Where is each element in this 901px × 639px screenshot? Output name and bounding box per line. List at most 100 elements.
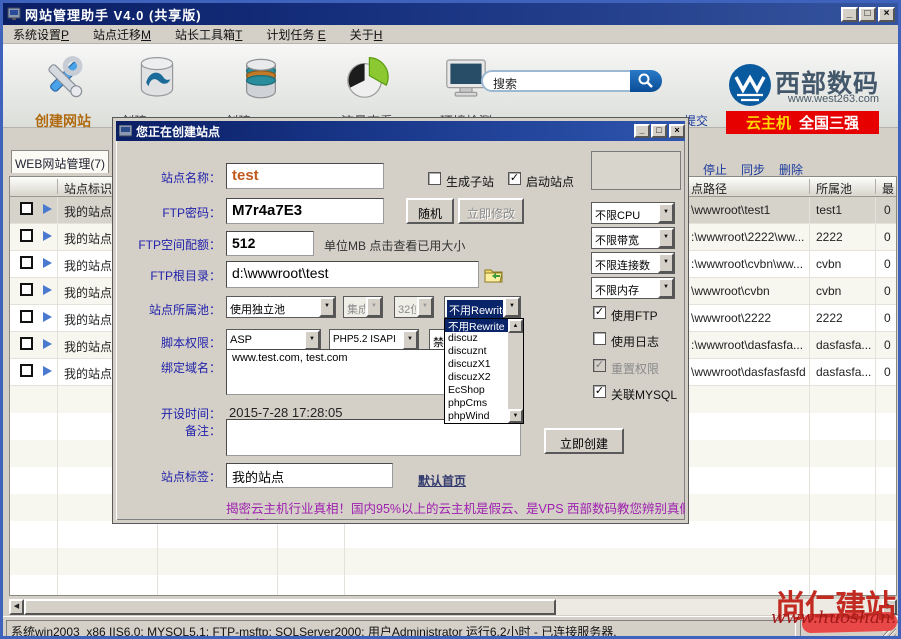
traffic-view-button[interactable]: 流量查看 (315, 48, 419, 129)
site-tag-input[interactable]: 我的站点 (226, 463, 393, 488)
row-play-icon[interactable] (43, 339, 52, 349)
row-checkbox[interactable] (20, 229, 33, 242)
dialog-minimize-button[interactable]: _ (634, 124, 650, 138)
watermark-url: www.huoshan.info (771, 608, 898, 628)
site-name-input[interactable]: test (226, 163, 384, 189)
bandwidth-limit-select[interactable]: 不限带宽 ▼ (591, 227, 675, 249)
random-button[interactable]: 随机 (406, 198, 454, 224)
row-checkbox[interactable] (20, 337, 33, 350)
col-site-id[interactable]: 站点标识 (64, 180, 112, 197)
col-site-path[interactable]: 点路径 (691, 180, 727, 197)
chevron-down-icon[interactable]: ▼ (658, 228, 674, 248)
ftp-root-input[interactable]: d:\wwwroot\test (226, 261, 479, 288)
dropdown-option[interactable]: phpWind (445, 410, 508, 423)
create-now-button[interactable]: 立即创建 (544, 428, 624, 454)
mode-select[interactable]: 集成▼ (343, 296, 383, 318)
scroll-up-icon[interactable]: ▲ (508, 319, 523, 333)
delete-link[interactable]: 删除 (779, 161, 803, 178)
maximize-button[interactable]: □ (859, 7, 876, 22)
create-site-button[interactable]: 创建网站 (17, 48, 109, 129)
dropdown-option[interactable]: discuznt (445, 345, 508, 358)
dropdown-scrollbar[interactable] (508, 319, 523, 423)
minimize-button[interactable]: _ (841, 7, 858, 22)
chevron-down-icon[interactable]: ▼ (304, 330, 320, 350)
bits-select[interactable]: 32位▼ (394, 296, 434, 318)
dropdown-option[interactable]: EcShop (445, 384, 508, 397)
use-log-label: 使用日志 (611, 335, 660, 349)
asp-select[interactable]: ASP ▼ (226, 329, 321, 351)
menu-about[interactable]: 关于H (350, 26, 383, 43)
dropdown-option[interactable]: discuz (445, 332, 508, 345)
chevron-down-icon[interactable]: ▼ (658, 278, 674, 298)
use-log-checkbox[interactable] (593, 332, 606, 345)
create-mssql-button[interactable]: 创建MSSQL (211, 48, 311, 129)
connections-limit-select[interactable]: 不限连接数 ▼ (591, 252, 675, 274)
scrollbar-thumb[interactable] (24, 599, 556, 615)
dropdown-option[interactable]: phpCms (445, 397, 508, 410)
chevron-down-icon[interactable]: ▼ (504, 297, 520, 317)
ftp-password-input[interactable]: M7r4a7E3 (226, 198, 384, 224)
row-checkbox[interactable] (20, 283, 33, 296)
chevron-down-icon[interactable]: ▼ (319, 297, 335, 317)
folder-browse-icon[interactable] (484, 266, 503, 283)
gen-substation-checkbox[interactable] (428, 172, 441, 185)
chevron-down-icon[interactable]: ▼ (402, 330, 418, 350)
dropdown-option[interactable]: 不用Rewrite (445, 319, 508, 332)
rewrite-select[interactable]: 不用Rewrite ▼ (444, 296, 521, 320)
stop-link[interactable]: 停止 (703, 161, 727, 178)
mssql-db-icon (246, 58, 276, 99)
col-pool[interactable]: 所属池 (816, 180, 852, 197)
row-play-icon[interactable] (43, 285, 52, 295)
menu-system-settings[interactable]: 系统设置P (13, 26, 69, 43)
menu-webmaster-tools[interactable]: 站长工具箱T (175, 26, 242, 43)
mysql-db-icon (140, 57, 174, 97)
reset-perms-checkbox[interactable]: ✓ (593, 359, 606, 372)
pool-select[interactable]: 使用独立池 ▼ (226, 296, 336, 318)
row-play-icon[interactable] (43, 231, 52, 241)
row-play-icon[interactable] (43, 312, 52, 322)
row-play-icon[interactable] (43, 204, 52, 214)
start-site-label: 启动站点 (526, 175, 575, 189)
title-bar: 网站管理助手 V4.0 (共享版) (3, 3, 898, 25)
cpu-limit-select[interactable]: 不限CPU ▼ (591, 202, 675, 224)
search-input[interactable]: 搜索 (481, 70, 631, 92)
app-icon (7, 7, 21, 20)
modify-now-button[interactable]: 立即修改 (458, 198, 524, 224)
scroll-left-button[interactable]: ◀ (9, 599, 24, 615)
ftp-quota-input[interactable]: 512 (226, 231, 314, 256)
status-bar: 系统win2003_x86 IIS6.0; MYSQL5.1; FTP-msft… (3, 616, 898, 636)
row-checkbox[interactable] (20, 364, 33, 377)
default-home-link[interactable]: 默认首页 (418, 472, 466, 489)
tab-web-site-manage[interactable]: WEB网站管理(7) (11, 150, 109, 173)
dialog-maximize-button[interactable]: □ (651, 124, 667, 138)
note-textarea[interactable] (226, 419, 521, 456)
row-checkbox[interactable] (20, 310, 33, 323)
chevron-down-icon[interactable]: ▼ (658, 253, 674, 273)
use-ftp-checkbox[interactable]: ✓ (593, 306, 606, 319)
dialog-close-button[interactable]: × (669, 124, 685, 138)
dropdown-option[interactable]: discuzX1 (445, 358, 508, 371)
sync-link[interactable]: 同步 (741, 161, 765, 178)
php-select[interactable]: PHP5.2 ISAPI ▼ (329, 329, 419, 351)
memory-limit-select[interactable]: 不限内存 ▼ (591, 277, 675, 299)
close-button[interactable]: × (878, 7, 895, 22)
create-mysql-button[interactable]: 创建MYSQL (109, 48, 205, 129)
cloud-host-banner[interactable]: 云主机 全国三强 (726, 111, 879, 134)
menu-site-migrate[interactable]: 站点迁移M (93, 26, 151, 43)
row-checkbox[interactable] (20, 256, 33, 269)
brand-url[interactable]: www.west263.com (775, 93, 879, 105)
start-site-checkbox[interactable]: ✓ (508, 172, 521, 185)
quota-hint[interactable]: 单位MB 点击查看已用大小 (324, 237, 465, 254)
col-max[interactable]: 最 (882, 180, 894, 197)
row-play-icon[interactable] (43, 366, 52, 376)
site-pool-label: 站点所属池： (148, 303, 221, 317)
link-mysql-checkbox[interactable]: ✓ (593, 385, 606, 398)
chevron-down-icon[interactable]: ▼ (658, 203, 674, 223)
horizontal-scrollbar[interactable]: ◀ ▶ (9, 599, 897, 615)
scroll-down-icon[interactable]: ▼ (508, 409, 523, 423)
dropdown-option[interactable]: discuzX2 (445, 371, 508, 384)
menu-scheduled-tasks[interactable]: 计划任务 E (266, 26, 325, 43)
search-button[interactable] (630, 70, 662, 92)
row-play-icon[interactable] (43, 258, 52, 268)
row-checkbox[interactable] (20, 202, 33, 215)
